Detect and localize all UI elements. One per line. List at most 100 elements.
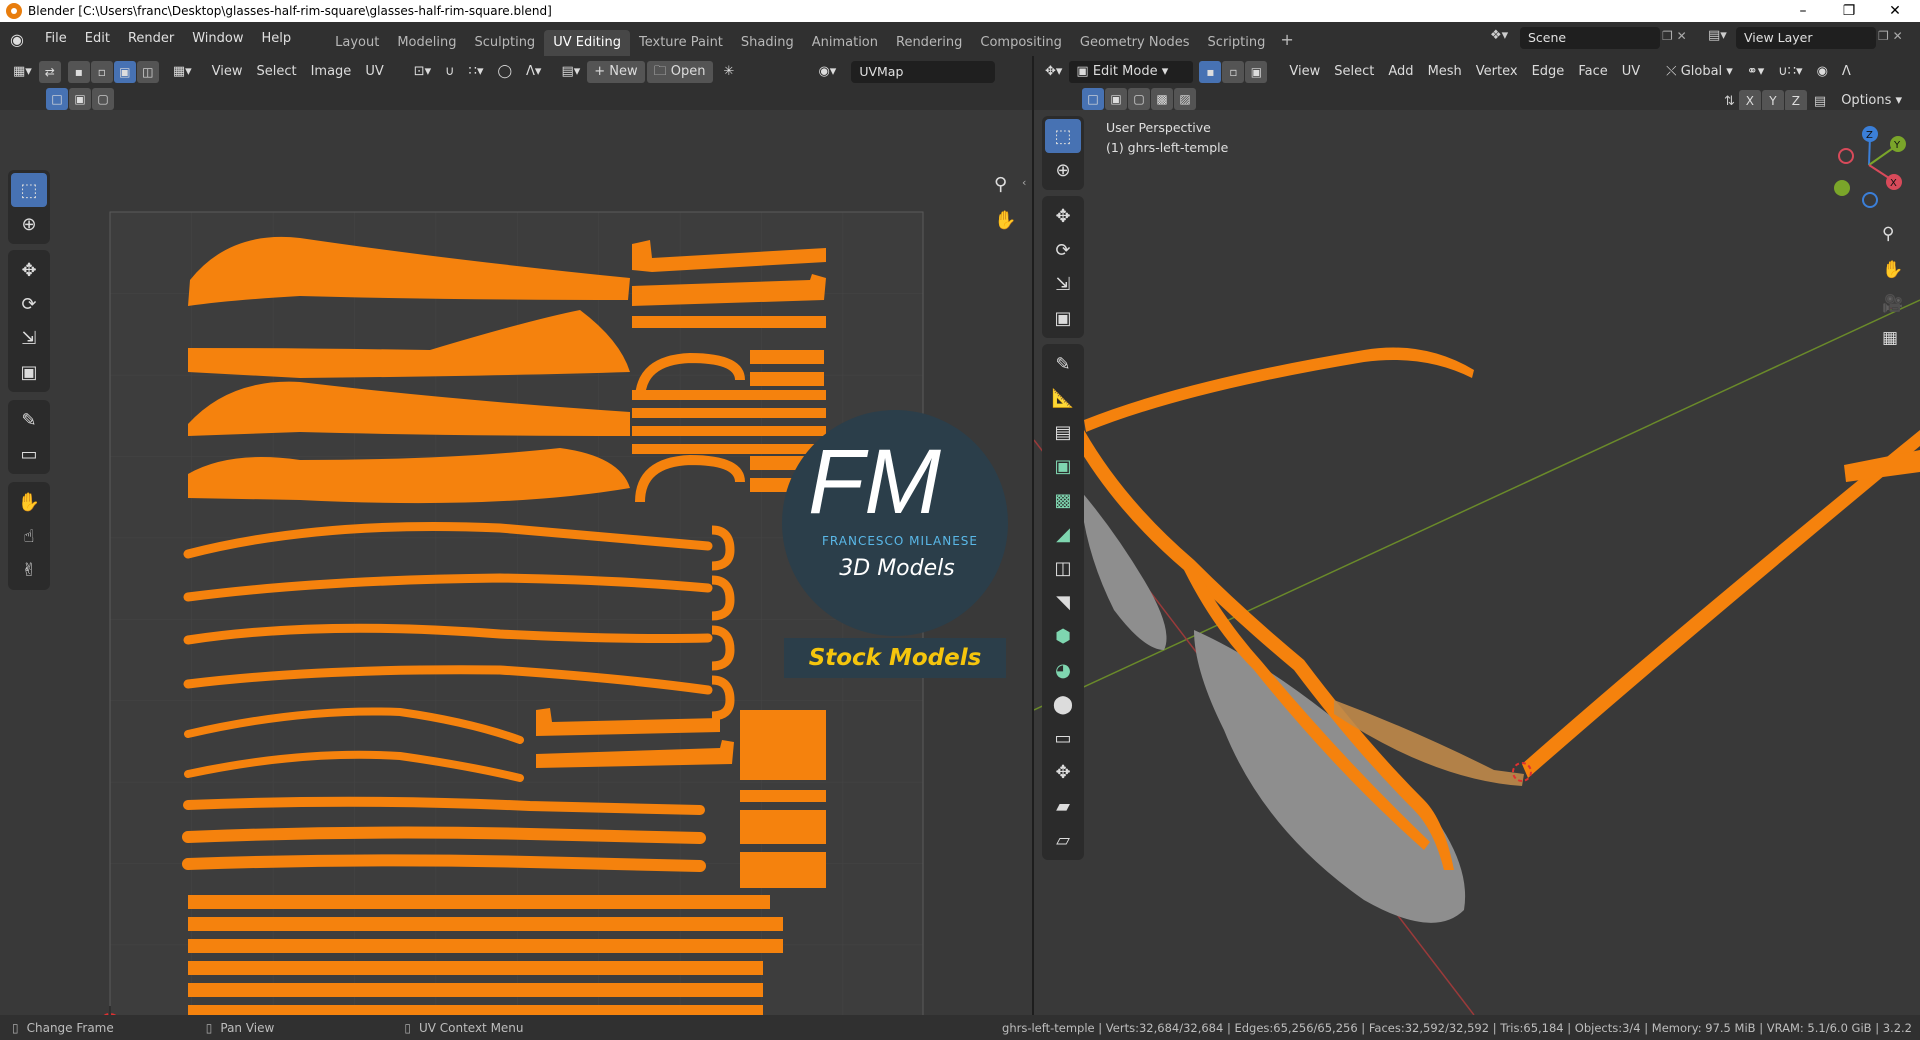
editor-type-icon[interactable]: ▦▾	[6, 61, 39, 83]
menu-file[interactable]: File	[36, 27, 76, 51]
viewport-editor-type-icon[interactable]: ✥▾	[1038, 61, 1069, 83]
tab-sculpting[interactable]: Sculpting	[465, 30, 544, 56]
tab-layout[interactable]: Layout	[326, 30, 388, 56]
select-face-icon[interactable]: ▣	[113, 61, 136, 83]
select-box-tool-icon[interactable]: ⬚	[11, 173, 47, 207]
tab-animation[interactable]: Animation	[803, 30, 887, 56]
tab-scripting[interactable]: Scripting	[1199, 30, 1275, 56]
smooth-icon[interactable]: ⬤	[1045, 687, 1081, 721]
vp-pan-icon[interactable]: ✋	[1882, 260, 1903, 280]
vp-select-extend-icon[interactable]: ▣	[1105, 88, 1127, 110]
menu-edit[interactable]: Edit	[76, 27, 119, 51]
inset-icon[interactable]: ▩	[1045, 483, 1081, 517]
tab-rendering[interactable]: Rendering	[887, 30, 971, 56]
vp-menu-mesh[interactable]: Mesh	[1421, 61, 1469, 83]
relax-tool-icon[interactable]: ☝	[11, 519, 47, 553]
scene-icon[interactable]: ❖▾	[1490, 28, 1508, 43]
tab-modeling[interactable]: Modeling	[388, 30, 465, 56]
sidebar-toggle-icon[interactable]: ‹	[1022, 176, 1026, 189]
rotate-tool-icon[interactable]: ⟳	[11, 287, 47, 321]
proportional-icon[interactable]: ◯	[490, 61, 519, 83]
uv-menu-select[interactable]: Select	[249, 61, 303, 83]
view-layer-icon[interactable]: ▤▾	[1708, 28, 1727, 43]
vp-select-invert-icon[interactable]: ▩	[1151, 88, 1173, 110]
maximize-button[interactable]: ❐	[1826, 0, 1872, 22]
menu-window[interactable]: Window	[183, 27, 252, 51]
vp-menu-vertex[interactable]: Vertex	[1469, 61, 1525, 83]
select-edge-icon[interactable]: ▫	[90, 61, 113, 83]
cursor-tool-icon[interactable]: ⊕	[11, 207, 47, 241]
grab-tool-icon[interactable]: ✋	[11, 485, 47, 519]
sticky-select-icon[interactable]: ▦▾	[166, 61, 199, 83]
scene-new-icon[interactable]: ❐ ✕	[1662, 29, 1687, 43]
vp-zoom-icon[interactable]: ⚲	[1882, 224, 1894, 244]
auto-merge-icon[interactable]: ▤	[1814, 94, 1826, 109]
pivot-icon[interactable]: ⊡▾	[407, 61, 438, 83]
vp-menu-add[interactable]: Add	[1381, 61, 1420, 83]
tab-uv-editing[interactable]: UV Editing	[544, 30, 631, 56]
menu-render[interactable]: Render	[119, 27, 183, 51]
vp-select-subtract-icon[interactable]: ▢	[1128, 88, 1150, 110]
tab-geometry-nodes[interactable]: Geometry Nodes	[1071, 30, 1199, 56]
select-extend-icon[interactable]: ▣	[69, 88, 91, 110]
snap-icon[interactable]: ∪	[438, 61, 462, 83]
falloff-icon[interactable]: Λ▾	[519, 61, 548, 83]
vp-menu-view[interactable]: View	[1282, 61, 1327, 83]
shear-icon[interactable]: ▰	[1045, 789, 1081, 823]
navigation-gizmo[interactable]: Z Y X	[1824, 120, 1914, 210]
edge-slide-icon[interactable]: ▭	[1045, 721, 1081, 755]
ortho-toggle-icon[interactable]: ▦	[1882, 328, 1898, 348]
orientation-dropdown[interactable]: ⤬ Global ▾	[1659, 61, 1740, 83]
menu-help[interactable]: Help	[253, 27, 301, 51]
mirror-z-toggle[interactable]: Z	[1784, 90, 1807, 112]
poly-build-icon[interactable]: ⬢	[1045, 619, 1081, 653]
pinch-tool-icon[interactable]: ✌	[11, 553, 47, 587]
camera-view-icon[interactable]: 🎥	[1882, 294, 1903, 314]
vp-scale-icon[interactable]: ⇲	[1045, 267, 1081, 301]
uv-menu-view[interactable]: View	[205, 61, 250, 83]
vp-proportional-icon[interactable]: ◉	[1810, 61, 1835, 83]
vp-cursor-icon[interactable]: ⊕	[1045, 153, 1081, 187]
vp-rotate-icon[interactable]: ⟳	[1045, 233, 1081, 267]
rip-tool-icon[interactable]: ▭	[11, 437, 47, 471]
spin-icon[interactable]: ◕	[1045, 653, 1081, 687]
options-dropdown[interactable]: Options ▾	[1834, 90, 1909, 112]
uv-sync-icon[interactable]: ⇄	[38, 61, 61, 83]
snap-target-icon[interactable]: ∷▾	[462, 61, 491, 83]
vp-menu-edge[interactable]: Edge	[1525, 61, 1572, 83]
extrude-icon[interactable]: ▣	[1045, 449, 1081, 483]
close-button[interactable]: ✕	[1872, 0, 1918, 22]
bevel-icon[interactable]: ◢	[1045, 517, 1081, 551]
select-island-icon[interactable]: ◫	[136, 61, 159, 83]
knife-icon[interactable]: ◥	[1045, 585, 1081, 619]
select-vertex-icon[interactable]: ▪	[67, 61, 90, 83]
tab-compositing[interactable]: Compositing	[971, 30, 1071, 56]
vp-menu-face[interactable]: Face	[1571, 61, 1614, 83]
vp-annotate-icon[interactable]: ✎	[1045, 347, 1081, 381]
vp-transform-icon[interactable]: ▣	[1045, 301, 1081, 335]
blender-menu-icon[interactable]: ◉	[10, 30, 32, 49]
rip-region-icon[interactable]: ▱	[1045, 823, 1081, 857]
mirror-x-toggle[interactable]: X	[1738, 90, 1761, 112]
annotate-tool-icon[interactable]: ✎	[11, 403, 47, 437]
vp-snap-icon[interactable]: ∪∷▾	[1771, 61, 1809, 83]
vp-select-box-icon[interactable]: ⬚	[1045, 119, 1081, 153]
image-browse-icon[interactable]: ▤▾	[554, 61, 587, 83]
select-subtract-icon[interactable]: ▢	[92, 88, 114, 110]
add-cube-icon[interactable]: ▤	[1045, 415, 1081, 449]
vp-menu-uv[interactable]: UV	[1615, 61, 1647, 83]
vp-measure-icon[interactable]: 📐	[1045, 381, 1081, 415]
tab-texture-paint[interactable]: Texture Paint	[630, 30, 732, 56]
loop-cut-icon[interactable]: ◫	[1045, 551, 1081, 585]
uvmap-field[interactable]: UVMap	[851, 61, 996, 83]
scene-field[interactable]: Scene	[1520, 27, 1660, 49]
face-select-icon[interactable]: ▣	[1245, 61, 1268, 83]
uv-menu-uv[interactable]: UV	[358, 61, 390, 83]
vp-select-intersect-icon[interactable]: ▨	[1174, 88, 1196, 110]
mirror-y-toggle[interactable]: Y	[1761, 90, 1784, 112]
tab-shading[interactable]: Shading	[732, 30, 803, 56]
scale-tool-icon[interactable]: ⇲	[11, 321, 47, 355]
uv-zoom-icon[interactable]: ⚲	[994, 174, 1007, 195]
move-tool-icon[interactable]: ✥	[11, 253, 47, 287]
new-image-button[interactable]: + New	[587, 61, 645, 83]
